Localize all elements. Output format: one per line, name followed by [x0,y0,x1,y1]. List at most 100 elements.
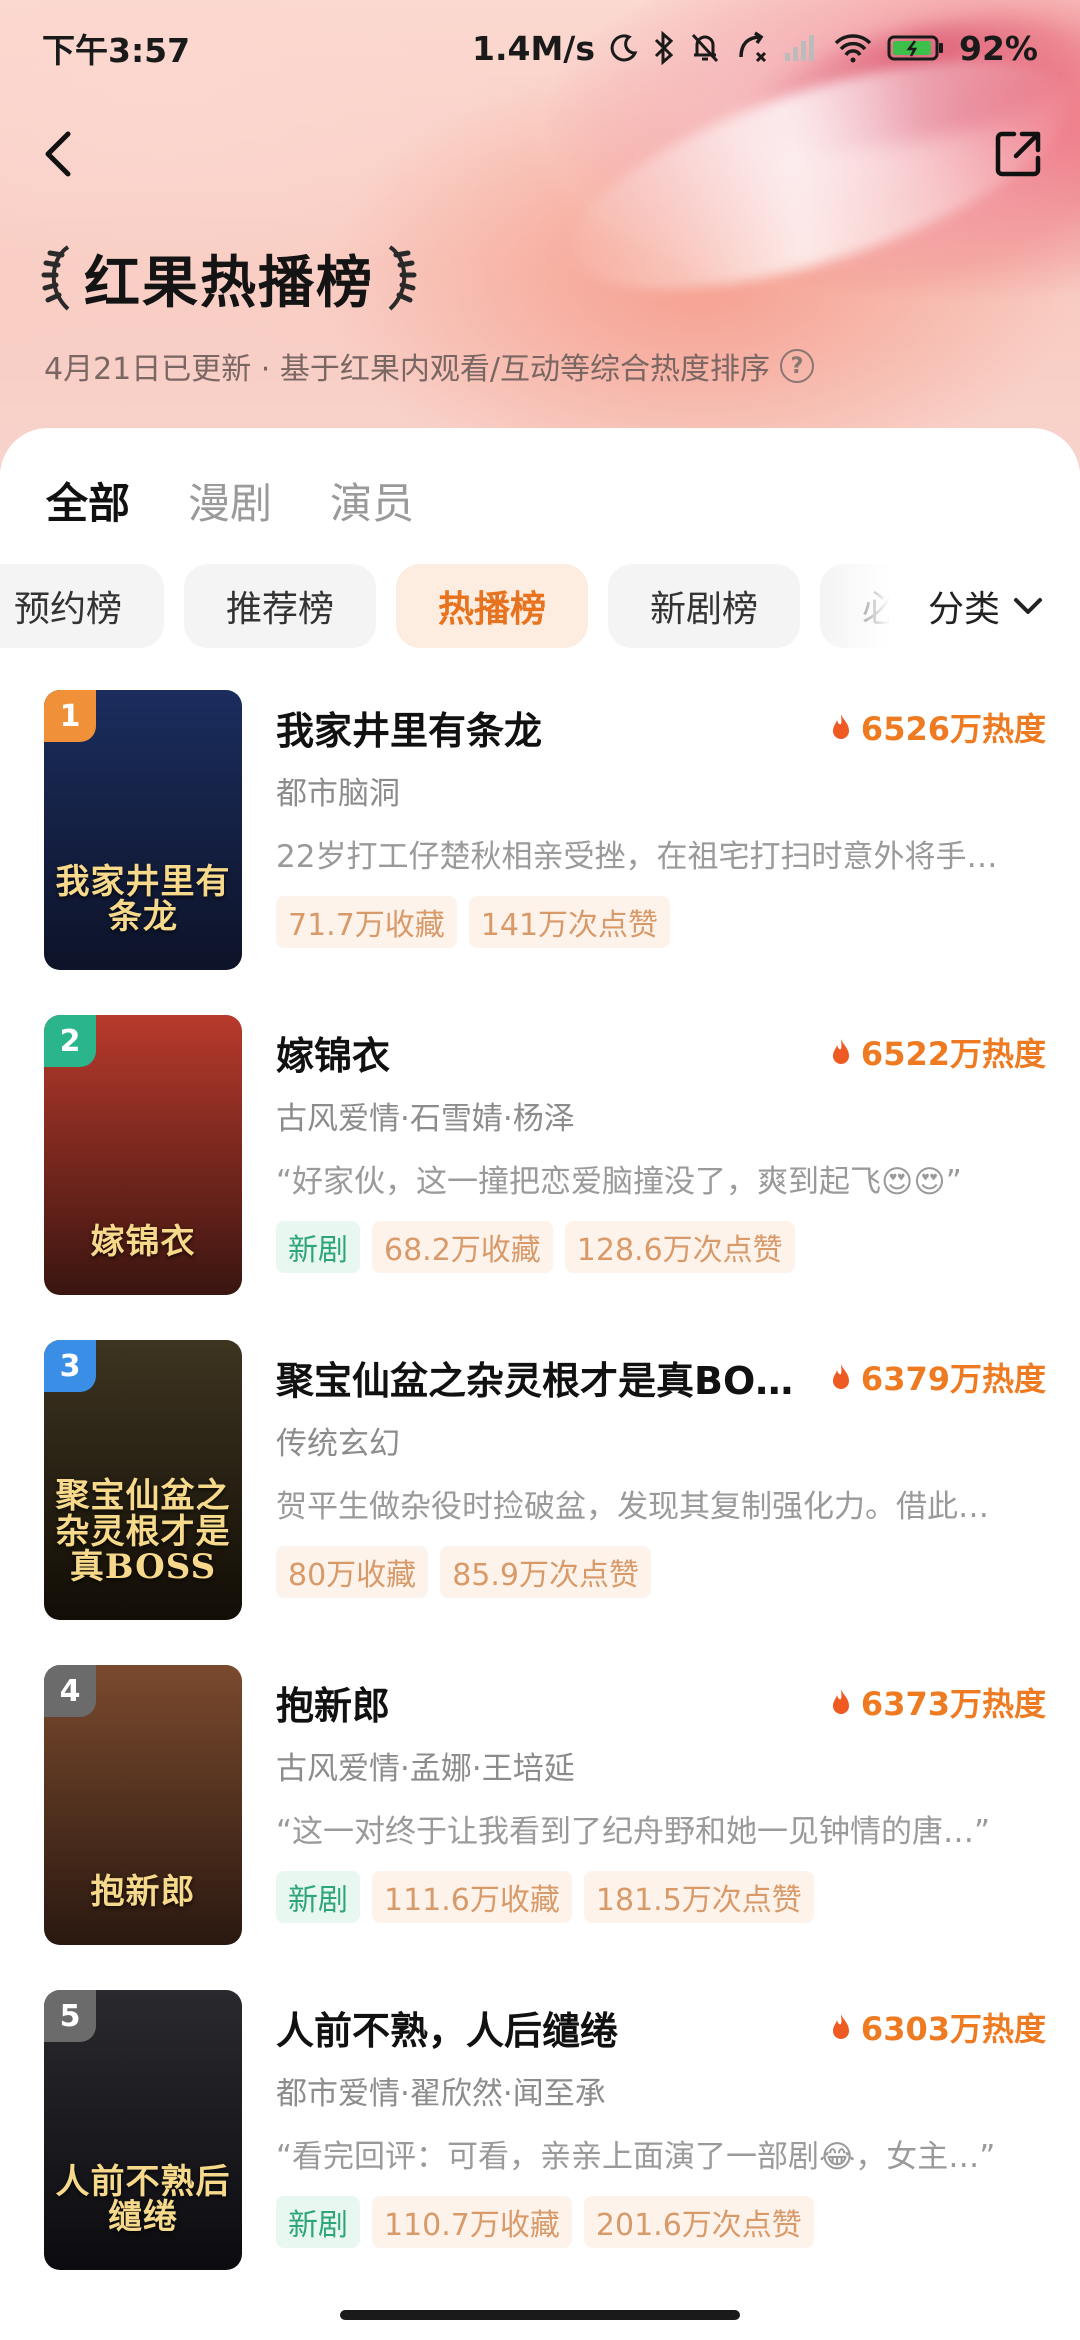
flame-icon [832,1039,849,1064]
new-badge: 新剧 [276,2196,360,2248]
moon-icon [610,34,638,62]
favorites-tag: 71.7万收藏 [276,896,457,948]
heat-text: 6522万热度 [860,1035,1046,1073]
tab-all[interactable]: 全部 [46,470,130,531]
status-bar: 下午3:57 1.4M/s 92% [0,0,1080,96]
page-title: 红果热播榜 [84,250,374,316]
show-title: 嫁锦衣 [276,1033,391,1078]
description: “看完回评：可看，亲亲上面演了一部剧😂，女主…” [276,2139,996,2175]
item-info: 人前不熟，人后缱绻 6303万热度 都市爱情·翟欣然·闻至承 “看完回评：可看，… [276,2002,1046,2248]
page: 下午3:57 1.4M/s 92% 红果热播榜 4月21日已更新 · 基于红果内… [0,0,1080,2340]
likes-tag: 201.6万次点赞 [583,2196,814,2248]
rank-badge: 1 [44,690,96,742]
poster-title: 聚宝仙盆之杂灵根才是真BOSS [55,1475,231,1588]
network-speed: 1.4M/s [472,28,595,68]
heat-score: 6522万热度 [829,1029,1046,1075]
mute-bell-icon [691,33,719,63]
bluetooth-icon [654,31,674,65]
list-item-4[interactable]: 抱新郎 4 抱新郎 6373万热度 古风爱情·孟娜·王培延 “这一对终于让我看到… [0,1665,1080,1990]
heat-score: 6303万热度 [829,2004,1046,2050]
category-label: 分类 [927,589,1000,630]
heat-text: 6379万热度 [860,1360,1046,1398]
new-badge: 新剧 [276,1221,360,1273]
item-info: 嫁锦衣 6522万热度 古风爱情·石雪婧·杨泽 “好家伙，这一撞把恋爱脑撞没了，… [276,1027,1046,1273]
description: 贺平生做杂役时捡破盆，发现其复制强化力。借此… [276,1489,989,1525]
new-badge: 新剧 [276,1871,360,1923]
show-title: 聚宝仙盆之杂灵根才是真BOSS [276,1358,796,1403]
chip-new[interactable]: 新剧榜 [608,564,801,648]
status-time: 下午3:57 [42,31,191,70]
tag-row: 新剧 110.7万收藏 201.6万次点赞 [276,2196,1046,2248]
heat-text: 6303万热度 [860,2010,1046,2048]
list-item-3[interactable]: 聚宝仙盆之杂灵根才是真BOSS 3 聚宝仙盆之杂灵根才是真BOSS 6379万热… [0,1340,1080,1665]
show-title: 抱新郎 [276,1683,391,1728]
battery-icon [887,35,943,61]
genre-line: 都市脑洞 [276,776,400,812]
genre-line: 古风爱情·石雪婧·杨泽 [276,1101,575,1137]
chevron-down-icon [1014,598,1042,614]
poster-image[interactable]: 我家井里有条龙 1 [44,690,242,970]
poster-image[interactable]: 嫁锦衣 2 [44,1015,242,1295]
poster-title: 嫁锦衣 [90,1222,196,1263]
battery-level: 92% [959,28,1038,68]
content-sheet: 全部 漫剧 演员 预约榜 推荐榜 热播榜 新剧榜 必 分类 我家井里有条龙 1 [0,428,1080,2340]
favorites-tag: 110.7万收藏 [372,2196,572,2248]
poster-image[interactable]: 人前不熟后缱绻 5 [44,1990,242,2270]
rank-badge: 5 [44,1990,96,2042]
chip-reservation[interactable]: 预约榜 [0,564,165,648]
tab-manga[interactable]: 漫剧 [188,470,272,531]
question-icon[interactable]: ? [779,349,814,383]
heat-text: 6526万热度 [860,710,1046,748]
tag-row: 新剧 111.6万收藏 181.5万次点赞 [276,1871,1046,1923]
flame-icon [832,1689,849,1714]
poster-title: 抱新郎 [90,1872,196,1913]
heat-score: 6526万热度 [829,704,1046,750]
list-item-5[interactable]: 人前不熟后缱绻 5 人前不熟，人后缱绻 6303万热度 都市爱情·翟欣然·闻至承… [0,1990,1080,2315]
description: 22岁打工仔楚秋相亲受挫，在祖宅打扫时意外将手… [276,839,998,875]
likes-tag: 128.6万次点赞 [564,1221,795,1273]
favorites-tag: 80万收藏 [276,1546,429,1598]
heat-score: 6379万热度 [829,1354,1046,1400]
description: “这一对终于让我看到了纪舟野和她一见钟情的唐…” [276,1814,991,1850]
tab-actors[interactable]: 演员 [330,470,414,531]
subtitle-text: 4月21日已更新 · 基于红果内观看/互动等综合热度排序 [44,352,770,387]
likes-tag: 181.5万次点赞 [583,1871,814,1923]
tag-row: 80万收藏 85.9万次点赞 [276,1546,1046,1598]
laurel-right-icon [388,245,417,311]
ranking-list: 我家井里有条龙 1 我家井里有条龙 6526万热度 都市脑洞 22岁打工仔楚秋相… [0,690,1080,2315]
chips-fade [820,564,890,650]
signal-icon [785,35,814,61]
share-button[interactable] [986,122,1050,186]
poster-image[interactable]: 抱新郎 4 [44,1665,242,1945]
description: “好家伙，这一撞把恋爱脑撞没了，爽到起飞😍😍” [276,1164,962,1200]
likes-tag: 141万次点赞 [468,896,671,948]
favorites-tag: 111.6万收藏 [372,1871,572,1923]
back-button[interactable] [26,122,90,186]
category-dropdown[interactable]: 分类 [928,580,1044,632]
favorites-tag: 68.2万收藏 [372,1221,553,1273]
poster-title: 我家井里有条龙 [55,861,231,938]
chip-recommend[interactable]: 推荐榜 [184,564,377,648]
ranking-chips: 预约榜 推荐榜 热播榜 新剧榜 必 [0,564,890,650]
list-item-2[interactable]: 嫁锦衣 2 嫁锦衣 6522万热度 古风爱情·石雪婧·杨泽 “好家伙，这一撞把恋… [0,1015,1080,1340]
heat-text: 6373万热度 [860,1685,1046,1723]
show-title: 我家井里有条龙 [276,708,543,753]
flame-icon [832,1364,849,1389]
list-item-1[interactable]: 我家井里有条龙 1 我家井里有条龙 6526万热度 都市脑洞 22岁打工仔楚秋相… [0,690,1080,1015]
home-indicator[interactable] [340,2310,740,2320]
page-subtitle: 4月21日已更新 · 基于红果内观看/互动等综合热度排序 ? [44,344,814,388]
flame-icon [832,2014,849,2039]
chip-hot[interactable]: 热播榜 [396,564,589,648]
share-icon [995,131,1041,177]
poster-title: 人前不熟后缱绻 [55,2161,231,2238]
tag-row: 71.7万收藏 141万次点赞 [276,896,1046,948]
tag-row: 新剧 68.2万收藏 128.6万次点赞 [276,1221,1046,1273]
call-forward-icon [739,31,767,63]
flame-icon [832,714,849,739]
item-info: 抱新郎 6373万热度 古风爱情·孟娜·王培延 “这一对终于让我看到了纪舟野和她… [276,1677,1046,1923]
top-tabs: 全部 漫剧 演员 [46,470,414,531]
status-icons: 1.4M/s 92% [472,29,1038,68]
rank-badge: 4 [44,1665,96,1717]
genre-line: 都市爱情·翟欣然·闻至承 [276,2076,606,2112]
poster-image[interactable]: 聚宝仙盆之杂灵根才是真BOSS 3 [44,1340,242,1620]
